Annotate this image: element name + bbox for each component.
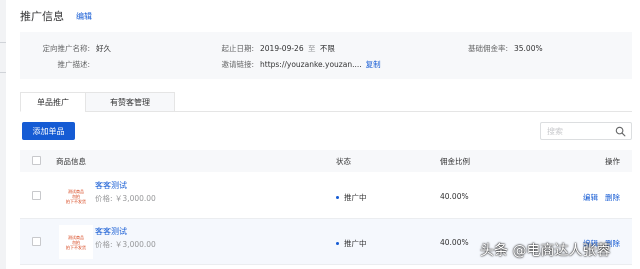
- page-title: 推广信息: [20, 10, 64, 23]
- target-promoter-value: 好久: [96, 43, 111, 53]
- table-row: 测试商品 勿拍 拍下不发货 客客测试 价格: ￥3,000.00 推广中 40.…: [20, 173, 632, 219]
- thumb-text: 拍下不发货: [66, 244, 86, 250]
- invite-label: 邀请链接:: [221, 59, 254, 69]
- watermark-text: 头条 @电商达人张蓉: [480, 243, 611, 259]
- status-cell: 推广中: [336, 238, 367, 249]
- status-cell: 推广中: [336, 192, 367, 203]
- base-rate-row: 基础佣金率: 35.00%: [458, 43, 543, 53]
- tab-bar: 单品推广 有赞客管理: [20, 92, 632, 112]
- date-separator: 至: [307, 43, 316, 53]
- commission-rate: 40.00%: [440, 238, 469, 247]
- table-header: 商品信息 状态 佣金比例 操作: [20, 150, 632, 172]
- date-end: 不限: [319, 43, 335, 53]
- row-checkbox[interactable]: [32, 191, 41, 200]
- edit-promotion-link[interactable]: 编辑: [76, 11, 92, 22]
- base-rate-value: 35.00%: [514, 43, 543, 53]
- target-promoter-label: 定向推广名称:: [42, 43, 90, 53]
- product-thumbnail[interactable]: 测试商品 勿拍 拍下不发货: [59, 179, 93, 213]
- date-row: 起止日期: 2019-09-26 至 不限: [200, 43, 335, 54]
- date-label: 起止日期:: [221, 43, 254, 53]
- invite-link-value: https://youzanke.youzan....: [260, 59, 362, 69]
- status-dot-icon: [336, 242, 339, 245]
- base-rate-label: 基础佣金率:: [467, 43, 508, 53]
- tab-youzanke-management[interactable]: 有赞客管理: [85, 92, 175, 112]
- page-header: 推广信息 编辑: [20, 9, 92, 23]
- status-dot-icon: [336, 196, 339, 199]
- row-checkbox[interactable]: [32, 237, 41, 246]
- status-text: 推广中: [344, 239, 367, 248]
- edit-button[interactable]: 编辑: [583, 192, 598, 203]
- thumb-text: 拍下不发货: [66, 198, 86, 204]
- search-box: [540, 122, 632, 140]
- promotion-info-panel: 定向推广名称: 好久 推广描述: 起止日期: 2019-09-26 至 不限 邀…: [20, 32, 632, 79]
- product-name-link[interactable]: 客客测试: [95, 180, 127, 191]
- delete-button[interactable]: 删除: [605, 192, 620, 203]
- search-icon[interactable]: [615, 126, 626, 137]
- product-thumbnail[interactable]: 测试商品 勿拍 拍下不发货: [59, 225, 93, 259]
- copy-link-button[interactable]: 复制: [366, 59, 381, 70]
- target-promoter-row: 定向推广名称: 好久: [30, 43, 111, 53]
- date-start: 2019-09-26: [260, 43, 304, 53]
- select-all-checkbox[interactable]: [32, 156, 41, 165]
- header-product: 商品信息: [56, 157, 86, 166]
- description-row: 推广描述:: [30, 59, 96, 69]
- sidebar-marker: [0, 72, 6, 73]
- sidebar-edge: [0, 0, 6, 269]
- status-text: 推广中: [344, 193, 367, 202]
- date-value: 2019-09-26 至 不限: [260, 43, 335, 54]
- product-price: 价格: ￥3,000.00: [95, 194, 156, 203]
- header-status: 状态: [336, 157, 351, 166]
- tab-single-product[interactable]: 单品推广: [20, 92, 86, 112]
- header-rate: 佣金比例: [440, 157, 470, 166]
- commission-rate: 40.00%: [440, 192, 469, 201]
- product-price: 价格: ￥3,000.00: [95, 240, 156, 249]
- search-input[interactable]: [547, 126, 619, 136]
- invite-row: 邀请链接: https://youzanke.youzan.... 复制: [200, 59, 381, 70]
- product-name-link[interactable]: 客客测试: [95, 226, 127, 237]
- description-label: 推广描述:: [57, 59, 90, 69]
- header-actions: 操作: [605, 157, 620, 166]
- sidebar-marker: [0, 42, 6, 43]
- add-product-button[interactable]: 添加单品: [22, 122, 75, 140]
